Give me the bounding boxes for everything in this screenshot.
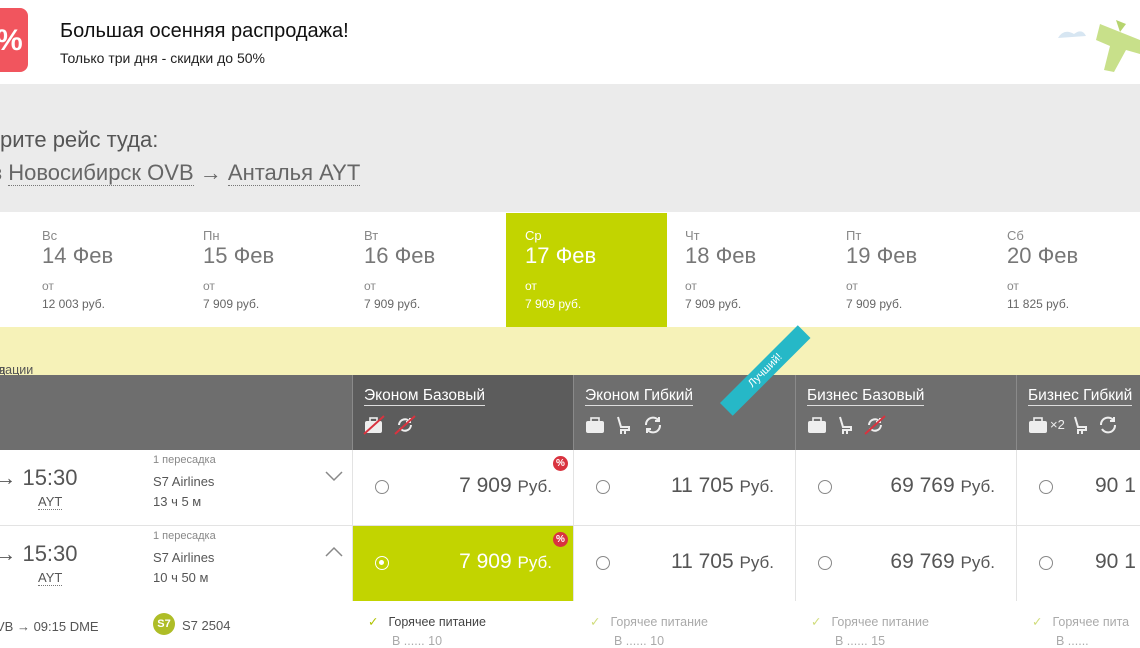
destination-link[interactable]: Анталья AYT [227, 160, 361, 186]
date-tab-15[interactable]: Пн 15 Фев от 7 909 руб. [161, 213, 322, 327]
exchange-icon [645, 416, 661, 434]
no-exchange-icon [394, 415, 416, 435]
seat-icon [617, 416, 630, 434]
chevron-down-icon[interactable] [325, 470, 343, 482]
fare-cell-business-basic[interactable]: 69 769 Руб. [795, 450, 1017, 525]
arrival-airport[interactable]: AYT [38, 570, 63, 586]
fare-col-business-basic[interactable]: Бизнес Базовый [795, 375, 1017, 450]
promo-subtitle: Только три дня - скидки до 50% [60, 50, 266, 66]
baggage-icon [586, 417, 604, 433]
discount-icon: % [553, 456, 568, 471]
flight-row-selected[interactable]: 0 → 15:30 AYT 1 пересадка S7 Airlines 10… [0, 526, 1140, 602]
date-tab-18[interactable]: Чт 18 Фев от 7 909 руб. [643, 213, 804, 327]
date-tab-16[interactable]: Вт 16 Фев от 7 909 руб. [322, 213, 483, 327]
travel-notice: ендации для путешественников и правила в… [0, 327, 1140, 405]
stops: 1 пересадка [153, 454, 216, 466]
stops: 1 пересадка [153, 530, 216, 542]
fare-cell-economy-basic[interactable]: 7 909 Руб. % [352, 450, 574, 525]
feature-line2: В ...... 10 [614, 634, 665, 648]
airline: S7 Airlines [153, 474, 215, 489]
seat-icon [1073, 416, 1087, 434]
route-header [0, 84, 1140, 212]
s7-logo-icon: S7 [153, 613, 175, 635]
feature-line2: В ...... 15 [835, 634, 886, 648]
seat-icon [839, 416, 852, 434]
fare-radio-checked[interactable] [375, 556, 389, 570]
origin-link[interactable]: Новосибирск OVB [8, 160, 194, 186]
feature-meal: ✓ Горячее пита [1032, 615, 1130, 629]
baggage-icon [808, 417, 826, 433]
promo-title: Большая осенняя распродажа! [60, 20, 349, 42]
flight-details: VB → 09:15 DME S7 S7 2504 ✓ Горячее питан… [0, 601, 1140, 648]
no-exchange-icon [864, 415, 886, 435]
flight-number: S7 2504 [182, 618, 231, 633]
route-arrow-icon: → [199, 160, 222, 185]
duration: 10 ч 50 м [153, 570, 209, 585]
page-title: рите рейс туда: [0, 127, 159, 152]
flight-time: 0 → 15:30 [0, 541, 78, 566]
flight-row[interactable]: 5 → 15:30 AYT 1 пересадка S7 Airlines 13… [0, 450, 1140, 526]
chevron-up-icon[interactable] [325, 546, 343, 558]
fare-cell-business-basic[interactable]: 69 769 Руб. [795, 526, 1017, 601]
no-baggage-icon [363, 415, 385, 435]
date-tab-19[interactable]: Пт 19 Фев от 7 909 руб. [804, 213, 965, 327]
airplane-illustration-icon [1058, 20, 1140, 72]
fare-col-economy-flex[interactable]: Эконом Гибкий [573, 375, 796, 450]
fare-radio[interactable] [375, 480, 389, 494]
date-tab-14[interactable]: Вс 14 Фев от 12 003 руб. [0, 213, 161, 327]
feature-meal: ✓ Горячее питание [811, 615, 929, 629]
fare-cell-economy-flex[interactable]: 11 705 Руб. [573, 450, 796, 525]
duration: 13 ч 5 м [153, 494, 202, 509]
fare-cell-business-flex[interactable]: 90 1 [1016, 526, 1140, 601]
baggage-count: ×2 [1050, 417, 1065, 432]
feature-meal: ✓ Горячее питание [590, 615, 708, 629]
fare-radio[interactable] [596, 480, 610, 494]
fare-header: Эконом Базовый Эконом Гибкий Бизнес Базо… [0, 375, 1140, 450]
fare-cell-economy-flex[interactable]: 11 705 Руб. [573, 526, 796, 601]
discount-icon: % [553, 532, 568, 547]
exchange-icon [1099, 416, 1116, 434]
feature-line2: В ...... [1056, 634, 1089, 648]
feature-line2: В ...... 10 [392, 634, 443, 648]
date-selector: Вс 14 Фев от 12 003 руб. Пн 15 Фев от 7 … [0, 213, 1140, 327]
feature-meal: ✓ Горячее питание [368, 615, 486, 629]
flight-time: 5 → 15:30 [0, 465, 78, 490]
sale-badge-icon: % [0, 8, 28, 72]
fare-radio[interactable] [1039, 556, 1053, 570]
segment-route: VB → 09:15 DME [0, 619, 99, 634]
fare-cell-business-flex[interactable]: 90 1 [1016, 450, 1140, 525]
fare-radio[interactable] [1039, 480, 1053, 494]
fare-radio[interactable] [818, 556, 832, 570]
date-tab-20[interactable]: Сб 20 Фев от 11 825 руб. [965, 213, 1126, 327]
airline: S7 Airlines [153, 550, 215, 565]
arrival-airport[interactable]: AYT [38, 494, 63, 510]
fare-col-economy-basic[interactable]: Эконом Базовый [352, 375, 574, 450]
fare-radio[interactable] [818, 480, 832, 494]
baggage-icon [1029, 417, 1047, 433]
fare-radio[interactable] [596, 556, 610, 570]
fare-cell-economy-basic-selected[interactable]: 7 909 Руб. % [352, 526, 574, 601]
promo-banner[interactable]: % Большая осенняя распродажа! Только три… [0, 0, 1140, 85]
fare-col-business-flex[interactable]: Бизнес Гибкий ×2 [1016, 375, 1140, 450]
route-line: з Новосибирск OVB → Анталья AYT [0, 160, 361, 186]
